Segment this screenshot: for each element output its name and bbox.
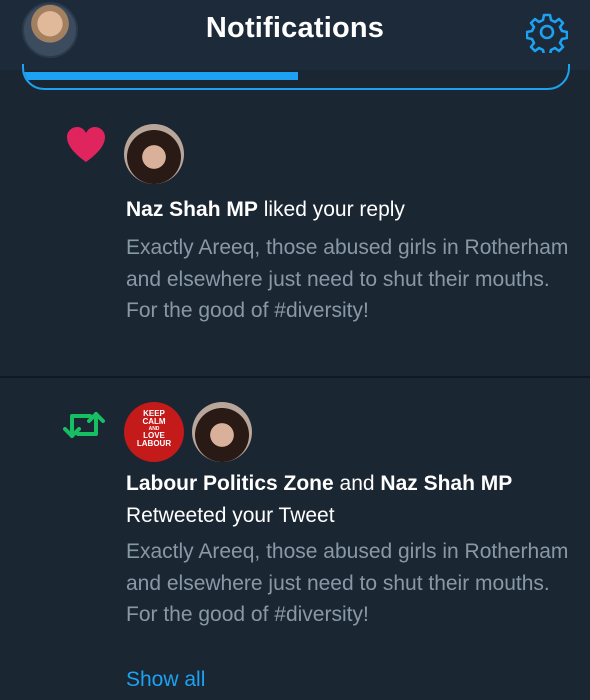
action-text: Retweeted your Tweet — [126, 504, 335, 527]
tweet-text[interactable]: Exactly Areeq, those abused girls in Rot… — [126, 536, 576, 631]
avatar[interactable]: KEEP CALM AND LOVE LABOUR — [124, 402, 184, 462]
retweet-icon — [63, 412, 105, 438]
avatar[interactable] — [124, 124, 184, 184]
tab-bar[interactable] — [22, 64, 570, 90]
show-all-link[interactable]: Show all — [126, 668, 205, 692]
connector-text: and — [339, 472, 375, 495]
notification-headline: Labour Politics Zone and Naz Shah MP Ret… — [126, 468, 576, 532]
action-text: liked your reply — [263, 198, 405, 221]
top-bar: Notifications — [0, 0, 590, 70]
avatar[interactable] — [192, 402, 252, 462]
divider — [0, 376, 590, 378]
page-title: Notifications — [205, 12, 385, 44]
tweet-text[interactable]: Exactly Areeq, those abused girls in Rot… — [126, 232, 576, 327]
tab-active-indicator — [24, 72, 298, 80]
heart-icon — [67, 127, 105, 162]
actor-name[interactable]: Naz Shah MP — [126, 198, 258, 221]
notification-headline: Naz Shah MP liked your reply — [126, 194, 405, 226]
actor-name[interactable]: Labour Politics Zone — [126, 472, 334, 495]
gear-icon[interactable] — [526, 11, 568, 53]
actor-name[interactable]: Naz Shah MP — [380, 472, 512, 495]
